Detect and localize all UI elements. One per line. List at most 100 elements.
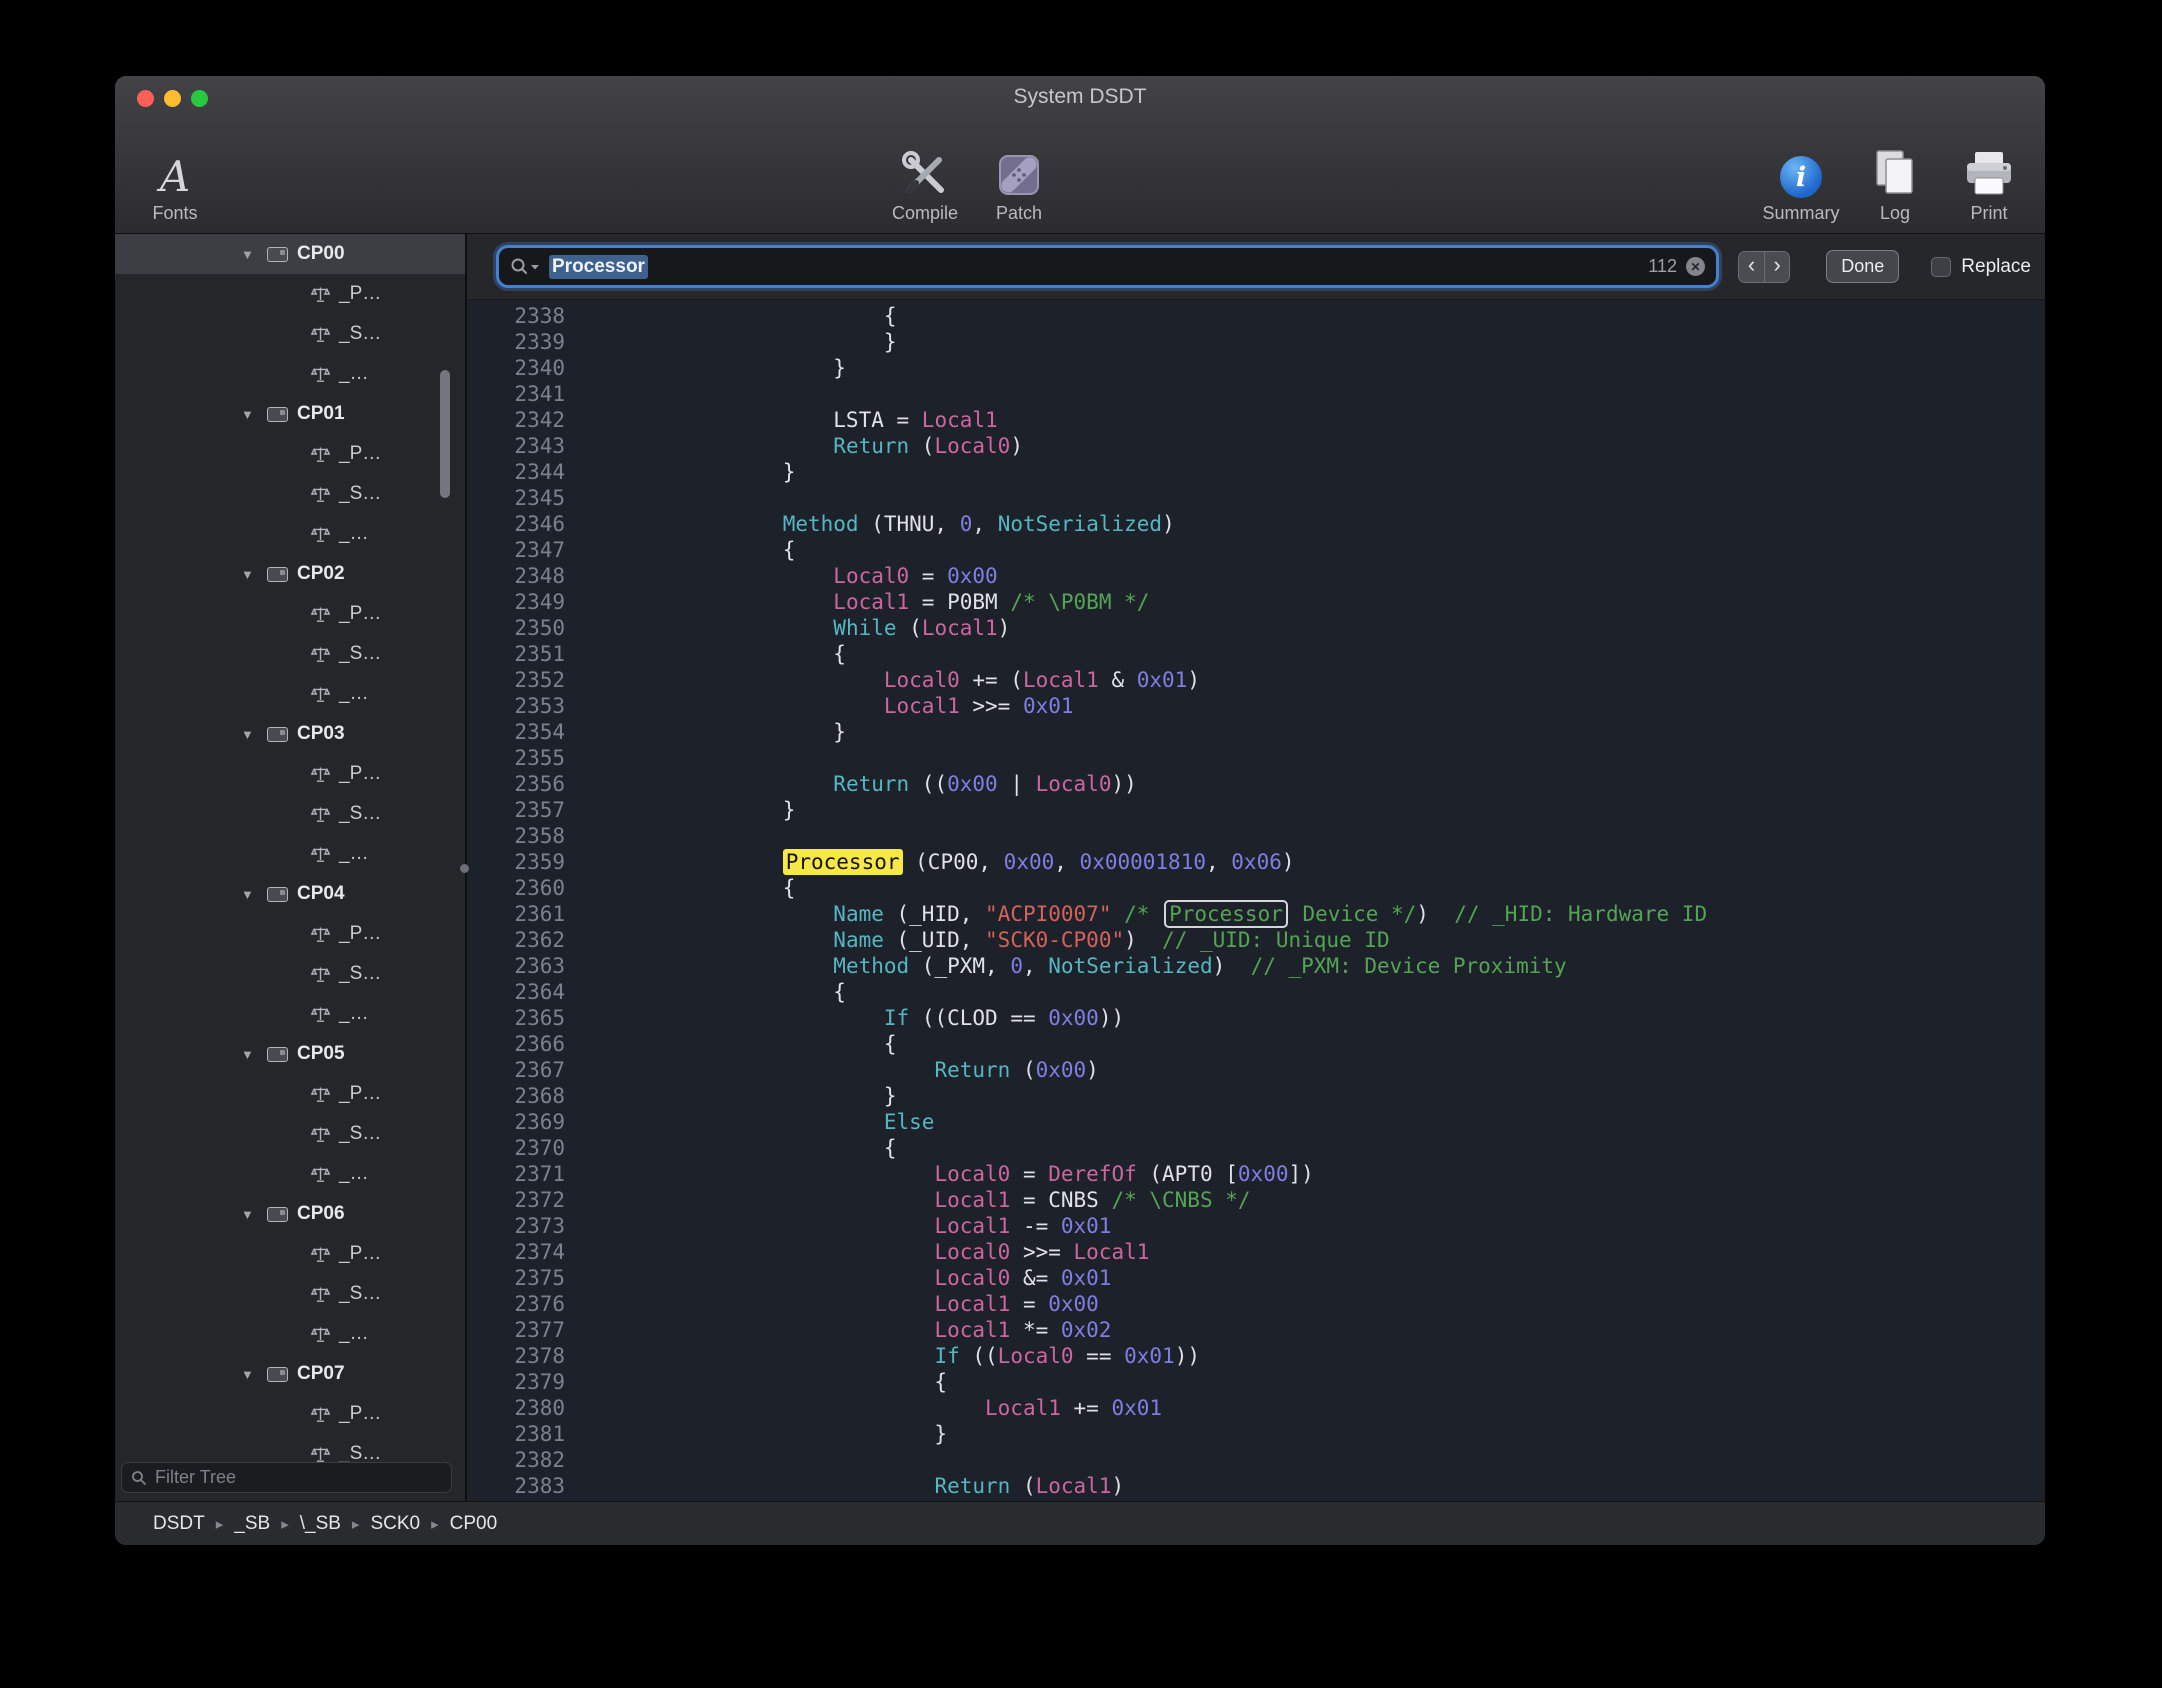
code-line: 2338 { [467, 303, 2045, 329]
tree-item[interactable]: _S… [115, 474, 465, 514]
tree-group-label: CP06 [297, 1203, 345, 1225]
line-number: 2364 [467, 979, 565, 1005]
tree-item[interactable]: _S… [115, 794, 465, 834]
print-button[interactable]: Print [1945, 126, 2033, 224]
tree-group-cp06[interactable]: ▼ CP06 [115, 1194, 465, 1234]
disclosure-triangle-icon[interactable]: ▼ [241, 727, 267, 742]
tree-item[interactable]: _P… [115, 1074, 465, 1114]
code-text: Return (Local0) [631, 433, 1023, 459]
find-previous-button[interactable]: ‹ [1739, 252, 1764, 282]
sidebar-scrollbar[interactable] [440, 370, 450, 498]
tree-item[interactable]: _P… [115, 914, 465, 954]
patch-button[interactable]: Patch [975, 126, 1063, 224]
tree-item[interactable]: _… [115, 1154, 465, 1194]
tree-item[interactable]: _… [115, 674, 465, 714]
code-line: 2362 Name (_UID, "SCK0-CP00") // _UID: U… [467, 927, 2045, 953]
line-number: 2380 [467, 1395, 565, 1421]
breadcrumb-separator: ▸ [216, 1515, 224, 1533]
code-text: { [631, 303, 897, 329]
filter-tree-input[interactable]: Filter Tree [121, 1462, 452, 1493]
code-line: 2378 If ((Local0 == 0x01)) [467, 1343, 2045, 1369]
tree-item[interactable]: _P… [115, 274, 465, 314]
summary-button[interactable]: i Summary [1757, 126, 1845, 224]
replace-checkbox[interactable] [1931, 257, 1951, 277]
clear-search-icon[interactable]: ✕ [1686, 257, 1705, 276]
method-icon [311, 1446, 330, 1463]
line-number: 2355 [467, 745, 565, 771]
tree-group-cp04[interactable]: ▼CP04 [115, 874, 465, 914]
search-menu-icon[interactable] [510, 257, 542, 277]
disclosure-triangle-icon[interactable]: ▼ [241, 1047, 267, 1062]
scope-icon [267, 1047, 288, 1062]
tree-item[interactable]: _… [115, 514, 465, 554]
patch-label: Patch [996, 203, 1042, 224]
tree-group-cp02[interactable]: ▼CP02 [115, 554, 465, 594]
line-number: 2354 [467, 719, 565, 745]
code-line: 2371 Local0 = DerefOf (APT0 [0x00]) [467, 1161, 2045, 1187]
code-editor[interactable]: 2338 {2339 }2340 }23412342 LSTA = Local1… [467, 300, 2045, 1501]
method-icon [311, 446, 330, 463]
compile-button[interactable]: Compile [881, 126, 969, 224]
tree-item[interactable]: _S… [115, 954, 465, 994]
tree-item[interactable]: _… [115, 354, 465, 394]
tree-item[interactable]: _S… [115, 1274, 465, 1314]
line-number: 2349 [467, 589, 565, 615]
method-icon [311, 1006, 330, 1023]
tree-item[interactable]: _P… [115, 1394, 465, 1434]
code-text: Local1 >>= 0x01 [631, 693, 1074, 719]
tree-item[interactable]: _P… [115, 594, 465, 634]
disclosure-triangle-icon[interactable]: ▼ [241, 1207, 267, 1222]
line-number: 2340 [467, 355, 565, 381]
main-content: ▼CP00_P…_S…_…▼CP01_P…_S…_…▼CP02_P…_S…_…▼… [115, 234, 2045, 1501]
tree-item[interactable]: _P… [115, 434, 465, 474]
line-number: 2365 [467, 1005, 565, 1031]
tree-group-label: CP05 [297, 1043, 345, 1065]
line-number: 2353 [467, 693, 565, 719]
breadcrumb-item[interactable]: CP00 [450, 1513, 498, 1535]
tree-group-cp05[interactable]: ▼ CP05 [115, 1034, 465, 1074]
disclosure-triangle-icon[interactable]: ▼ [241, 1367, 267, 1382]
find-query: Processor [549, 255, 648, 279]
tree-item-label: _S… [339, 963, 381, 985]
breadcrumb-item[interactable]: \_SB [300, 1513, 341, 1535]
find-input[interactable]: Processor 112 ✕ [499, 248, 1716, 285]
method-icon [311, 486, 330, 503]
code-line: 2347 { [467, 537, 2045, 563]
tree-item[interactable]: _… [115, 994, 465, 1034]
line-number: 2383 [467, 1473, 565, 1499]
tree-item[interactable]: _S… [115, 314, 465, 354]
tree-group-cp00[interactable]: ▼CP00 [115, 234, 465, 274]
code-text: } [631, 797, 795, 823]
find-next-button[interactable]: › [1764, 252, 1789, 282]
disclosure-triangle-icon[interactable]: ▼ [241, 407, 267, 422]
method-icon [311, 526, 330, 543]
tree-group-cp07[interactable]: ▼CP07 [115, 1354, 465, 1394]
tree-item[interactable]: _S… [115, 1114, 465, 1154]
disclosure-triangle-icon[interactable]: ▼ [241, 247, 267, 262]
breadcrumb-item[interactable]: SCK0 [370, 1513, 420, 1535]
log-button[interactable]: Log [1851, 126, 1939, 224]
breadcrumb-item[interactable]: _SB [234, 1513, 270, 1535]
line-number: 2344 [467, 459, 565, 485]
tree-group-cp01[interactable]: ▼CP01 [115, 394, 465, 434]
tree-group-cp03[interactable]: ▼CP03 [115, 714, 465, 754]
tree-item[interactable]: _… [115, 834, 465, 874]
method-icon [311, 1326, 330, 1343]
tree-item[interactable]: _S… [115, 634, 465, 674]
disclosure-triangle-icon[interactable]: ▼ [241, 887, 267, 902]
line-number: 2338 [467, 303, 565, 329]
done-button[interactable]: Done [1826, 250, 1899, 283]
splitter-handle[interactable] [460, 864, 469, 873]
line-number: 2361 [467, 901, 565, 927]
code-line: 2344 } [467, 459, 2045, 485]
disclosure-triangle-icon[interactable]: ▼ [241, 567, 267, 582]
tree-item[interactable]: _… [115, 1314, 465, 1354]
fonts-button[interactable]: A Fonts [131, 126, 219, 224]
line-number: 2341 [467, 381, 565, 407]
tree-item[interactable]: _P… [115, 754, 465, 794]
method-icon [311, 1406, 330, 1423]
breadcrumb-item[interactable]: DSDT [153, 1513, 205, 1535]
code-line: 2355 [467, 745, 2045, 771]
tree-item[interactable]: _P… [115, 1234, 465, 1274]
breadcrumb-separator: ▸ [431, 1515, 439, 1533]
